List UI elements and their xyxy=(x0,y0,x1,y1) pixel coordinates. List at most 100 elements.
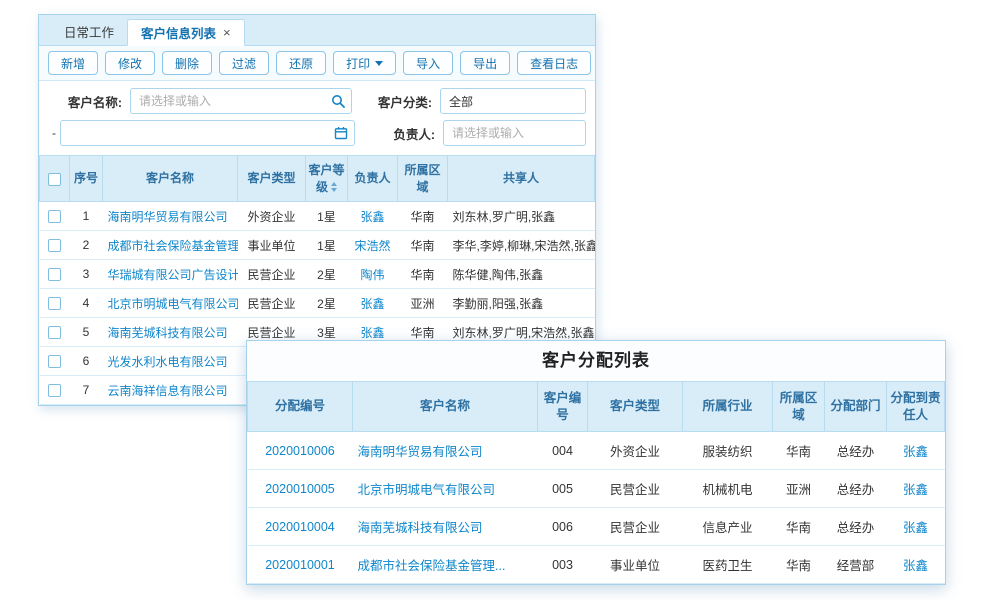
customer-level-cell: 1星 xyxy=(306,231,348,260)
owner-link[interactable]: 宋浩然 xyxy=(354,239,390,253)
allocation-no-link[interactable]: 2020010005 xyxy=(265,482,335,496)
row-index: 3 xyxy=(70,260,103,289)
row-checkbox[interactable] xyxy=(48,297,61,310)
customer-name-link[interactable]: 海南明华贸易有限公司 xyxy=(108,210,228,224)
allocation-no-link[interactable]: 2020010001 xyxy=(265,558,335,572)
sort-icon[interactable] xyxy=(331,182,337,192)
search-icon[interactable] xyxy=(331,94,345,108)
row-checkbox[interactable] xyxy=(48,239,61,252)
toolbar: 新增修改删除过滤还原打印导入导出查看日志 xyxy=(39,46,595,81)
customer-level-cell: 2星 xyxy=(306,289,348,318)
column-header[interactable]: 所属区域 xyxy=(398,156,448,202)
customer-row: 1海南明华贸易有限公司外资企业1星张鑫华南刘东林,罗广明,张鑫 xyxy=(40,202,595,231)
tab-label: 客户信息列表 xyxy=(141,23,216,42)
toolbar-button-delete[interactable]: 删除 xyxy=(162,51,212,75)
industry-cell: 服装纺织 xyxy=(683,432,773,470)
toolbar-button-modify[interactable]: 修改 xyxy=(105,51,155,75)
region-cell: 亚洲 xyxy=(398,289,448,318)
column-header: 客户编号 xyxy=(538,382,588,432)
column-header: 所属区域 xyxy=(773,382,825,432)
industry-cell: 医药卫生 xyxy=(683,546,773,584)
tab-daily-work[interactable]: 日常工作 xyxy=(51,18,127,45)
allocation-row: 2020010001成都市社会保险基金管理...003事业单位医药卫生华南经营部… xyxy=(248,546,945,584)
tab-close-icon[interactable]: × xyxy=(223,26,231,39)
dept-cell: 总经办 xyxy=(825,470,887,508)
column-header[interactable]: 序号 xyxy=(70,156,103,202)
owner-link[interactable]: 张鑫 xyxy=(360,326,384,340)
industry-cell: 信息产业 xyxy=(683,508,773,546)
shared-with-cell: 陈华健,陶伟,张鑫 xyxy=(448,260,595,289)
tab-customer-info-list[interactable]: 客户信息列表 × xyxy=(127,19,245,46)
row-checkbox[interactable] xyxy=(48,355,61,368)
toolbar-button-print[interactable]: 打印 xyxy=(333,51,396,75)
allocation-no-link[interactable]: 2020010006 xyxy=(265,444,335,458)
customer-level-cell: 2星 xyxy=(306,260,348,289)
industry-cell: 机械机电 xyxy=(683,470,773,508)
owner-input[interactable] xyxy=(443,120,586,146)
customer-type-cell: 事业单位 xyxy=(238,231,306,260)
date-filter xyxy=(60,120,355,146)
region-cell: 华南 xyxy=(398,231,448,260)
shared-with-cell: 刘东林,罗广明,张鑫 xyxy=(448,202,595,231)
customer-type-cell: 民营企业 xyxy=(238,289,306,318)
owner-link[interactable]: 陶伟 xyxy=(360,268,384,282)
customer-name-link[interactable]: 北京市明城电气有限公司 xyxy=(108,297,238,311)
row-checkbox[interactable] xyxy=(48,384,61,397)
select-all-header xyxy=(40,156,70,202)
filter-row-1: 客户名称: 客户分类: xyxy=(48,88,586,114)
customer-name-link[interactable]: 北京市明城电气有限公司 xyxy=(358,483,496,497)
customer-name-link[interactable]: 海南芜城科技有限公司 xyxy=(108,326,228,340)
column-header[interactable]: 共享人 xyxy=(448,156,595,202)
customer-category-input[interactable] xyxy=(440,88,586,114)
column-header[interactable]: 负责人 xyxy=(348,156,398,202)
allocation-table-body: 2020010006海南明华贸易有限公司004外资企业服装纺织华南总经办张鑫20… xyxy=(248,432,945,584)
owner-link[interactable]: 张鑫 xyxy=(360,297,384,311)
shared-with-cell: 李勤丽,阳强,张鑫 xyxy=(448,289,595,318)
toolbar-button-restore[interactable]: 还原 xyxy=(276,51,326,75)
tab-bar: 日常工作 客户信息列表 × xyxy=(39,15,595,46)
toolbar-button-add[interactable]: 新增 xyxy=(48,51,98,75)
assignee-link[interactable]: 张鑫 xyxy=(903,521,928,535)
shared-with-cell: 李华,李婷,柳琳,宋浩然,张鑫 xyxy=(448,231,595,260)
customer-name-label: 客户名称: xyxy=(52,92,130,111)
column-header[interactable]: 客户名称 xyxy=(103,156,238,202)
region-cell: 华南 xyxy=(773,508,825,546)
customer-name-link[interactable]: 光发水利水电有限公司 xyxy=(108,355,228,369)
select-all-checkbox[interactable] xyxy=(48,173,61,186)
customer-name-link[interactable]: 成都市社会保险基金管理... xyxy=(358,559,506,573)
column-header[interactable]: 客户等级 xyxy=(306,156,348,202)
assignee-link[interactable]: 张鑫 xyxy=(903,559,928,573)
calendar-icon[interactable] xyxy=(334,126,348,140)
toolbar-button-import[interactable]: 导入 xyxy=(403,51,453,75)
allocation-no-link[interactable]: 2020010004 xyxy=(265,520,335,534)
customer-no-cell: 005 xyxy=(538,470,588,508)
date-input[interactable] xyxy=(60,120,355,146)
assignee-link[interactable]: 张鑫 xyxy=(903,483,928,497)
toolbar-button-filter[interactable]: 过滤 xyxy=(219,51,269,75)
customer-no-cell: 006 xyxy=(538,508,588,546)
tab-label: 日常工作 xyxy=(64,22,114,41)
customer-name-input[interactable] xyxy=(130,88,352,114)
column-header[interactable]: 客户类型 xyxy=(238,156,306,202)
customer-name-link[interactable]: 海南明华贸易有限公司 xyxy=(358,445,483,459)
row-index: 4 xyxy=(70,289,103,318)
customer-type-cell: 民营企业 xyxy=(588,470,683,508)
customer-name-link[interactable]: 华瑞城有限公司广告设计部 xyxy=(108,268,238,282)
row-checkbox[interactable] xyxy=(48,268,61,281)
dept-cell: 经营部 xyxy=(825,546,887,584)
dept-cell: 总经办 xyxy=(825,508,887,546)
column-header: 所属行业 xyxy=(683,382,773,432)
toolbar-button-export[interactable]: 导出 xyxy=(460,51,510,75)
owner-filter xyxy=(443,120,586,146)
customer-type-cell: 外资企业 xyxy=(588,432,683,470)
customer-name-link[interactable]: 成都市社会保险基金管理... xyxy=(108,239,238,253)
customer-name-link[interactable]: 云南海祥信息有限公司 xyxy=(108,384,228,398)
row-checkbox[interactable] xyxy=(48,326,61,339)
owner-link[interactable]: 张鑫 xyxy=(360,210,384,224)
toolbar-button-view-log[interactable]: 查看日志 xyxy=(517,51,591,75)
assignee-link[interactable]: 张鑫 xyxy=(903,445,928,459)
allocation-row: 2020010006海南明华贸易有限公司004外资企业服装纺织华南总经办张鑫 xyxy=(248,432,945,470)
customer-no-cell: 003 xyxy=(538,546,588,584)
row-checkbox[interactable] xyxy=(48,210,61,223)
customer-name-link[interactable]: 海南芜城科技有限公司 xyxy=(358,521,483,535)
